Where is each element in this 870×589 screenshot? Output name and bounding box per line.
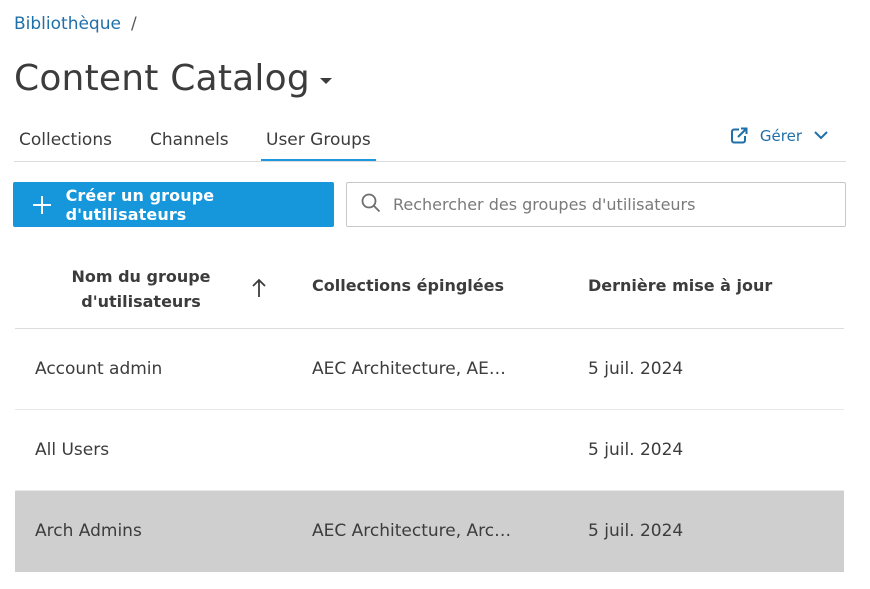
create-user-group-label: Créer un groupe d'utilisateurs: [65, 185, 215, 224]
external-link-icon: [730, 126, 749, 145]
table-row[interactable]: All Users 5 juil. 2024: [15, 410, 844, 491]
tab-bar: Collections Channels User Groups Gérer: [14, 118, 846, 162]
breadcrumb-separator: /: [130, 14, 137, 34]
table-row[interactable]: Account admin AEC Architecture, AEC ... …: [15, 329, 844, 410]
breadcrumb: Bibliothèque /: [14, 14, 137, 34]
tab-user-groups[interactable]: User Groups: [261, 130, 376, 161]
row-pinned-collections: AEC Architecture, Archi...: [312, 521, 517, 541]
title-row: Content Catalog: [14, 58, 332, 99]
row-name: Account admin: [35, 359, 163, 379]
table-row-selected[interactable]: Arch Admins AEC Architecture, Archi... 5…: [15, 491, 844, 572]
search-icon: [361, 193, 381, 217]
column-header-last-updated[interactable]: Dernière mise à jour: [588, 276, 772, 295]
row-name: Arch Admins: [35, 521, 142, 541]
row-last-updated: 5 juil. 2024: [588, 521, 684, 541]
chevron-down-icon: [814, 131, 828, 140]
tab-channels[interactable]: Channels: [145, 130, 234, 160]
column-header-name[interactable]: Nom du groupe d'utilisateurs: [45, 264, 237, 314]
row-last-updated: 5 juil. 2024: [588, 359, 684, 379]
title-dropdown-caret-icon[interactable]: [319, 77, 332, 84]
row-last-updated: 5 juil. 2024: [588, 440, 684, 460]
tab-collections[interactable]: Collections: [14, 130, 117, 160]
breadcrumb-library-link[interactable]: Bibliothèque: [14, 14, 121, 34]
sort-ascending-arrow-icon[interactable]: [251, 278, 267, 302]
manage-menu-button[interactable]: Gérer: [730, 126, 828, 145]
table-header: Nom du groupe d'utilisateurs Collections…: [15, 248, 844, 329]
create-user-group-button[interactable]: Créer un groupe d'utilisateurs: [13, 182, 334, 227]
row-name: All Users: [35, 440, 110, 460]
plus-icon: [33, 195, 51, 214]
search-input[interactable]: [391, 194, 835, 215]
search-box[interactable]: [346, 182, 846, 227]
page-title: Content Catalog: [14, 58, 310, 99]
column-header-pinned-collections[interactable]: Collections épinglées: [312, 276, 504, 295]
user-groups-table: Nom du groupe d'utilisateurs Collections…: [15, 248, 844, 572]
manage-label: Gérer: [759, 126, 802, 145]
row-pinned-collections: AEC Architecture, AEC ...: [312, 359, 517, 379]
